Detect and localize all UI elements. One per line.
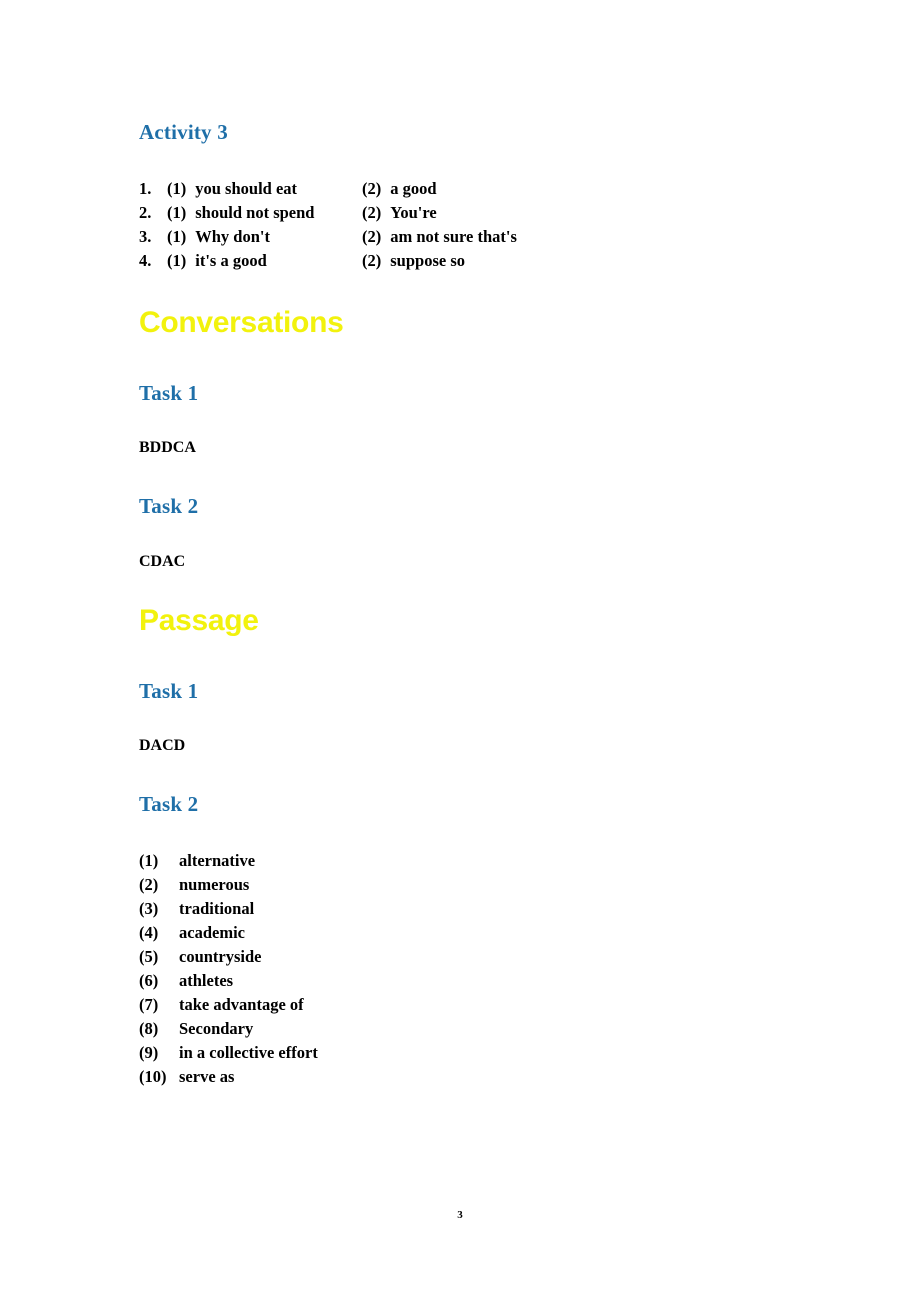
item-answer: numerous: [179, 875, 250, 895]
answer-cell-1: (1) it's a good: [167, 249, 362, 273]
blank-marker: (1): [167, 179, 187, 199]
list-item: (3) traditional: [139, 897, 779, 921]
item-answer: take advantage of: [179, 995, 304, 1015]
item-answer: serve as: [179, 1067, 235, 1087]
row-number: 1.: [139, 179, 152, 199]
table-row: 4. (1) it's a good (2) suppose so: [139, 249, 779, 273]
blank-marker: (2): [362, 179, 382, 199]
blank-marker: (1): [167, 227, 187, 247]
answer-cell-2: (2) suppose so: [362, 249, 465, 273]
item-answer: alternative: [179, 851, 256, 871]
answer-passage-task-1: DACD: [139, 736, 186, 754]
answer-cell-1: (1) you should eat: [167, 177, 362, 201]
item-number: (3): [139, 899, 159, 919]
table-row: 1. (1) you should eat (2) a good: [139, 177, 779, 201]
item-number: (8): [139, 1019, 159, 1039]
list-item: (4) academic: [139, 921, 779, 945]
answer-cell-1: (1) should not spend: [167, 201, 362, 225]
table-row: 2. (1) should not spend (2) You're: [139, 201, 779, 225]
heading-conversations-task-1: Task 1: [139, 381, 199, 406]
activity-3-answer-grid: 1. (1) you should eat (2) a good 2. (1) …: [139, 177, 779, 273]
answer-value: You're: [390, 203, 437, 223]
item-number: (9): [139, 1043, 159, 1063]
heading-passage-task-2: Task 2: [139, 792, 199, 817]
page-number: 3: [457, 1209, 463, 1221]
page-content: Activity 3 1. (1) you should eat (2) a g…: [139, 120, 779, 1089]
item-answer: academic: [179, 923, 245, 943]
document-page: Activity 3 1. (1) you should eat (2) a g…: [0, 0, 920, 1302]
list-item: (5) countryside: [139, 945, 779, 969]
item-number: (10): [139, 1067, 167, 1087]
item-number: (6): [139, 971, 159, 991]
answer-cell-2: (2) You're: [362, 201, 437, 225]
list-item: (7) take advantage of: [139, 993, 779, 1017]
item-answer: countryside: [179, 947, 262, 967]
heading-conversations: Conversations: [139, 306, 344, 340]
row-number: 4.: [139, 251, 152, 271]
answer-conversations-task-1: BDDCA: [139, 439, 196, 457]
item-answer: athletes: [179, 971, 234, 991]
answer-conversations-task-2: CDAC: [139, 552, 186, 570]
item-answer: in a collective effort: [179, 1043, 318, 1063]
answer-value: am not sure that's: [390, 227, 517, 247]
list-item: (8) Secondary: [139, 1017, 779, 1041]
answer-cell-1: (1) Why don't: [167, 225, 362, 249]
answer-cell-2: (2) am not sure that's: [362, 225, 517, 249]
answer-value: Why don't: [195, 227, 270, 247]
item-answer: Secondary: [179, 1019, 254, 1039]
blank-marker: (1): [167, 251, 187, 271]
list-item: (10) serve as: [139, 1065, 779, 1089]
blank-marker: (1): [167, 203, 187, 223]
row-number: 2.: [139, 203, 152, 223]
heading-passage-task-1: Task 1: [139, 678, 199, 703]
heading-conversations-task-2: Task 2: [139, 494, 199, 519]
answer-value: it's a good: [195, 251, 267, 271]
list-item: (2) numerous: [139, 873, 779, 897]
blank-marker: (2): [362, 251, 382, 271]
list-item: (1) alternative: [139, 849, 779, 873]
item-number: (7): [139, 995, 159, 1015]
answer-value: suppose so: [390, 251, 465, 271]
heading-activity-3: Activity 3: [139, 120, 228, 144]
list-item: (6) athletes: [139, 969, 779, 993]
item-answer: traditional: [179, 899, 255, 919]
answer-value: a good: [390, 179, 437, 199]
answer-value: should not spend: [195, 203, 315, 223]
item-number: (4): [139, 923, 159, 943]
item-number: (2): [139, 875, 159, 895]
row-number: 3.: [139, 227, 152, 247]
item-number: (1): [139, 851, 159, 871]
answer-value: you should eat: [195, 179, 298, 199]
passage-task-2-vocabulary-list: (1) alternative (2) numerous (3) traditi…: [139, 849, 779, 1089]
blank-marker: (2): [362, 203, 382, 223]
heading-passage: Passage: [139, 603, 259, 637]
answer-cell-2: (2) a good: [362, 177, 437, 201]
list-item: (9) in a collective effort: [139, 1041, 779, 1065]
table-row: 3. (1) Why don't (2) am not sure that's: [139, 225, 779, 249]
item-number: (5): [139, 947, 159, 967]
blank-marker: (2): [362, 227, 382, 247]
